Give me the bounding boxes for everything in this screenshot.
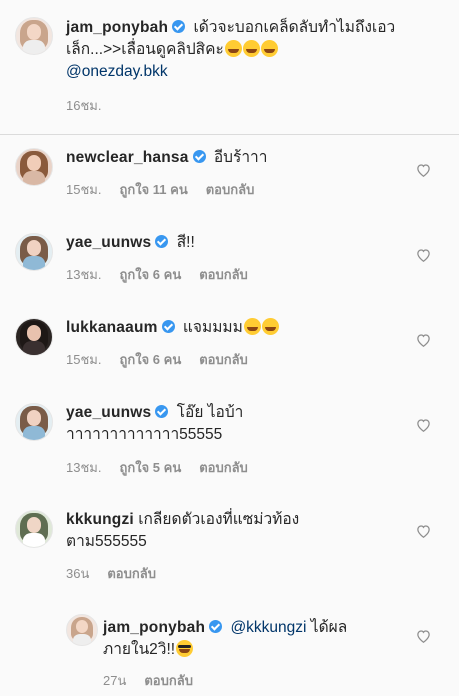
- comment-meta: 15ชม. ถูกใจ 11 คน ตอบกลับ: [66, 179, 272, 200]
- comment-body: สี!!: [176, 234, 195, 251]
- avatar[interactable]: [15, 510, 53, 548]
- heart-outline-icon: [416, 334, 430, 347]
- verified-badge-icon: [161, 320, 175, 333]
- reply-button[interactable]: ตอบกลับ: [144, 673, 193, 688]
- comment-username[interactable]: yae_uunws: [66, 404, 151, 421]
- comment-text: lukkanaaum แจมมมม: [66, 317, 396, 339]
- comment-meta: 13ชม. ถูกใจ 5 คน ตอบกลับ: [66, 457, 266, 478]
- comment-likes[interactable]: ถูกใจ 6 คน: [119, 267, 181, 282]
- comment-username[interactable]: lukkanaaum: [66, 319, 158, 336]
- comment-time[interactable]: 13ชม.: [66, 267, 101, 282]
- comment-body-line2: ตาม555555: [66, 533, 147, 550]
- comment-likes[interactable]: ถูกใจ 5 คน: [119, 460, 181, 475]
- comment-likes[interactable]: ถูกใจ 11 คน: [119, 182, 187, 197]
- avatar[interactable]: [15, 148, 53, 186]
- comment-body-line1: โอ๊ย ไอบ้า: [176, 404, 244, 421]
- caption-text: jam_ponybah เด้วจะบอกเคล็ดลับทำไมถึงเอวเ…: [66, 17, 396, 83]
- rofl-emoji-icon: [243, 318, 261, 335]
- verified-badge-icon: [209, 620, 223, 633]
- reply-button[interactable]: ตอบกลับ: [199, 460, 248, 475]
- like-button[interactable]: [415, 162, 431, 178]
- comment-body: แจมมมม: [182, 319, 243, 336]
- caption-meta: 16ชม.: [66, 95, 119, 116]
- avatar[interactable]: [15, 233, 53, 271]
- verified-badge-icon: [192, 150, 206, 163]
- reply-button[interactable]: ตอบกลับ: [107, 566, 156, 581]
- reply-body-line2: ภายใน2วิ!!: [103, 641, 176, 658]
- like-button[interactable]: [415, 247, 431, 263]
- comment-body-line2: าาาาาาาาาาาาา55555: [66, 426, 223, 443]
- avatar[interactable]: [15, 318, 53, 356]
- comment-body: อีบร้าาา: [213, 149, 268, 166]
- caption-username[interactable]: jam_ponybah: [66, 19, 168, 36]
- comment-likes[interactable]: ถูกใจ 6 คน: [119, 352, 181, 367]
- joy-emoji-icon: [242, 40, 260, 57]
- reply-button[interactable]: ตอบกลับ: [199, 352, 248, 367]
- reply-meta: 27น ตอบกลับ: [103, 670, 211, 691]
- like-button[interactable]: [415, 332, 431, 348]
- reply-button[interactable]: ตอบกลับ: [199, 267, 248, 282]
- comment-username[interactable]: kkkungzi: [66, 511, 134, 528]
- like-button[interactable]: [415, 628, 431, 644]
- sunglasses-emoji-icon: [176, 640, 194, 657]
- avatar[interactable]: [66, 614, 98, 646]
- caption-mention[interactable]: @onezday.bkk: [66, 63, 168, 80]
- comment-text: newclear_hansa อีบร้าาา: [66, 147, 396, 169]
- comment-text: kkkungzi เกลียดตัวเองที่แซม่วท้อง ตาม555…: [66, 509, 396, 553]
- post-caption: jam_ponybah เด้วจะบอกเคล็ดลับทำไมถึงเอวเ…: [0, 0, 459, 135]
- comment-text: yae_uunws โอ๊ย ไอบ้า าาาาาาาาาาาาา55555: [66, 402, 396, 446]
- reply-mention[interactable]: @kkkungzi: [230, 619, 306, 636]
- comment-time[interactable]: 36น: [66, 566, 89, 581]
- avatar[interactable]: [15, 17, 53, 55]
- reply-text: jam_ponybah @kkkungzi ได้ผล ภายใน2วิ!!: [103, 617, 403, 661]
- comment-username[interactable]: newclear_hansa: [66, 149, 189, 166]
- heart-outline-icon: [416, 419, 430, 432]
- reply-username[interactable]: jam_ponybah: [103, 619, 205, 636]
- comment-time[interactable]: 13ชม.: [66, 460, 101, 475]
- comment-time[interactable]: 15ชม.: [66, 352, 101, 367]
- like-button[interactable]: [415, 417, 431, 433]
- heart-outline-icon: [416, 630, 430, 643]
- avatar[interactable]: [15, 403, 53, 441]
- comment-time[interactable]: 15ชม.: [66, 182, 101, 197]
- heart-outline-icon: [416, 164, 430, 177]
- verified-badge-icon: [155, 405, 169, 418]
- heart-outline-icon: [416, 525, 430, 538]
- verified-badge-icon: [155, 235, 169, 248]
- like-button[interactable]: [415, 523, 431, 539]
- reply-button[interactable]: ตอบกลับ: [206, 182, 255, 197]
- comment-username[interactable]: yae_uunws: [66, 234, 151, 251]
- caption-time[interactable]: 16ชม.: [66, 98, 101, 113]
- comment-meta: 15ชม. ถูกใจ 6 คน ตอบกลับ: [66, 349, 266, 370]
- rofl-emoji-icon: [224, 40, 242, 57]
- divider: [0, 134, 459, 135]
- comment-meta: 13ชม. ถูกใจ 6 คน ตอบกลับ: [66, 264, 266, 285]
- verified-badge-icon: [172, 20, 186, 33]
- comment-body-line1: เกลียดตัวเองที่แซม่วท้อง: [138, 511, 300, 528]
- reply-body-line1: ได้ผล: [310, 619, 348, 636]
- heart-outline-icon: [416, 249, 430, 262]
- reply-time[interactable]: 27น: [103, 673, 126, 688]
- grin-sweat-emoji-icon: [260, 40, 278, 57]
- comment-meta: 36น ตอบกลับ: [66, 563, 174, 584]
- comment-text: yae_uunws สี!!: [66, 232, 396, 254]
- rofl-emoji-icon: [261, 318, 279, 335]
